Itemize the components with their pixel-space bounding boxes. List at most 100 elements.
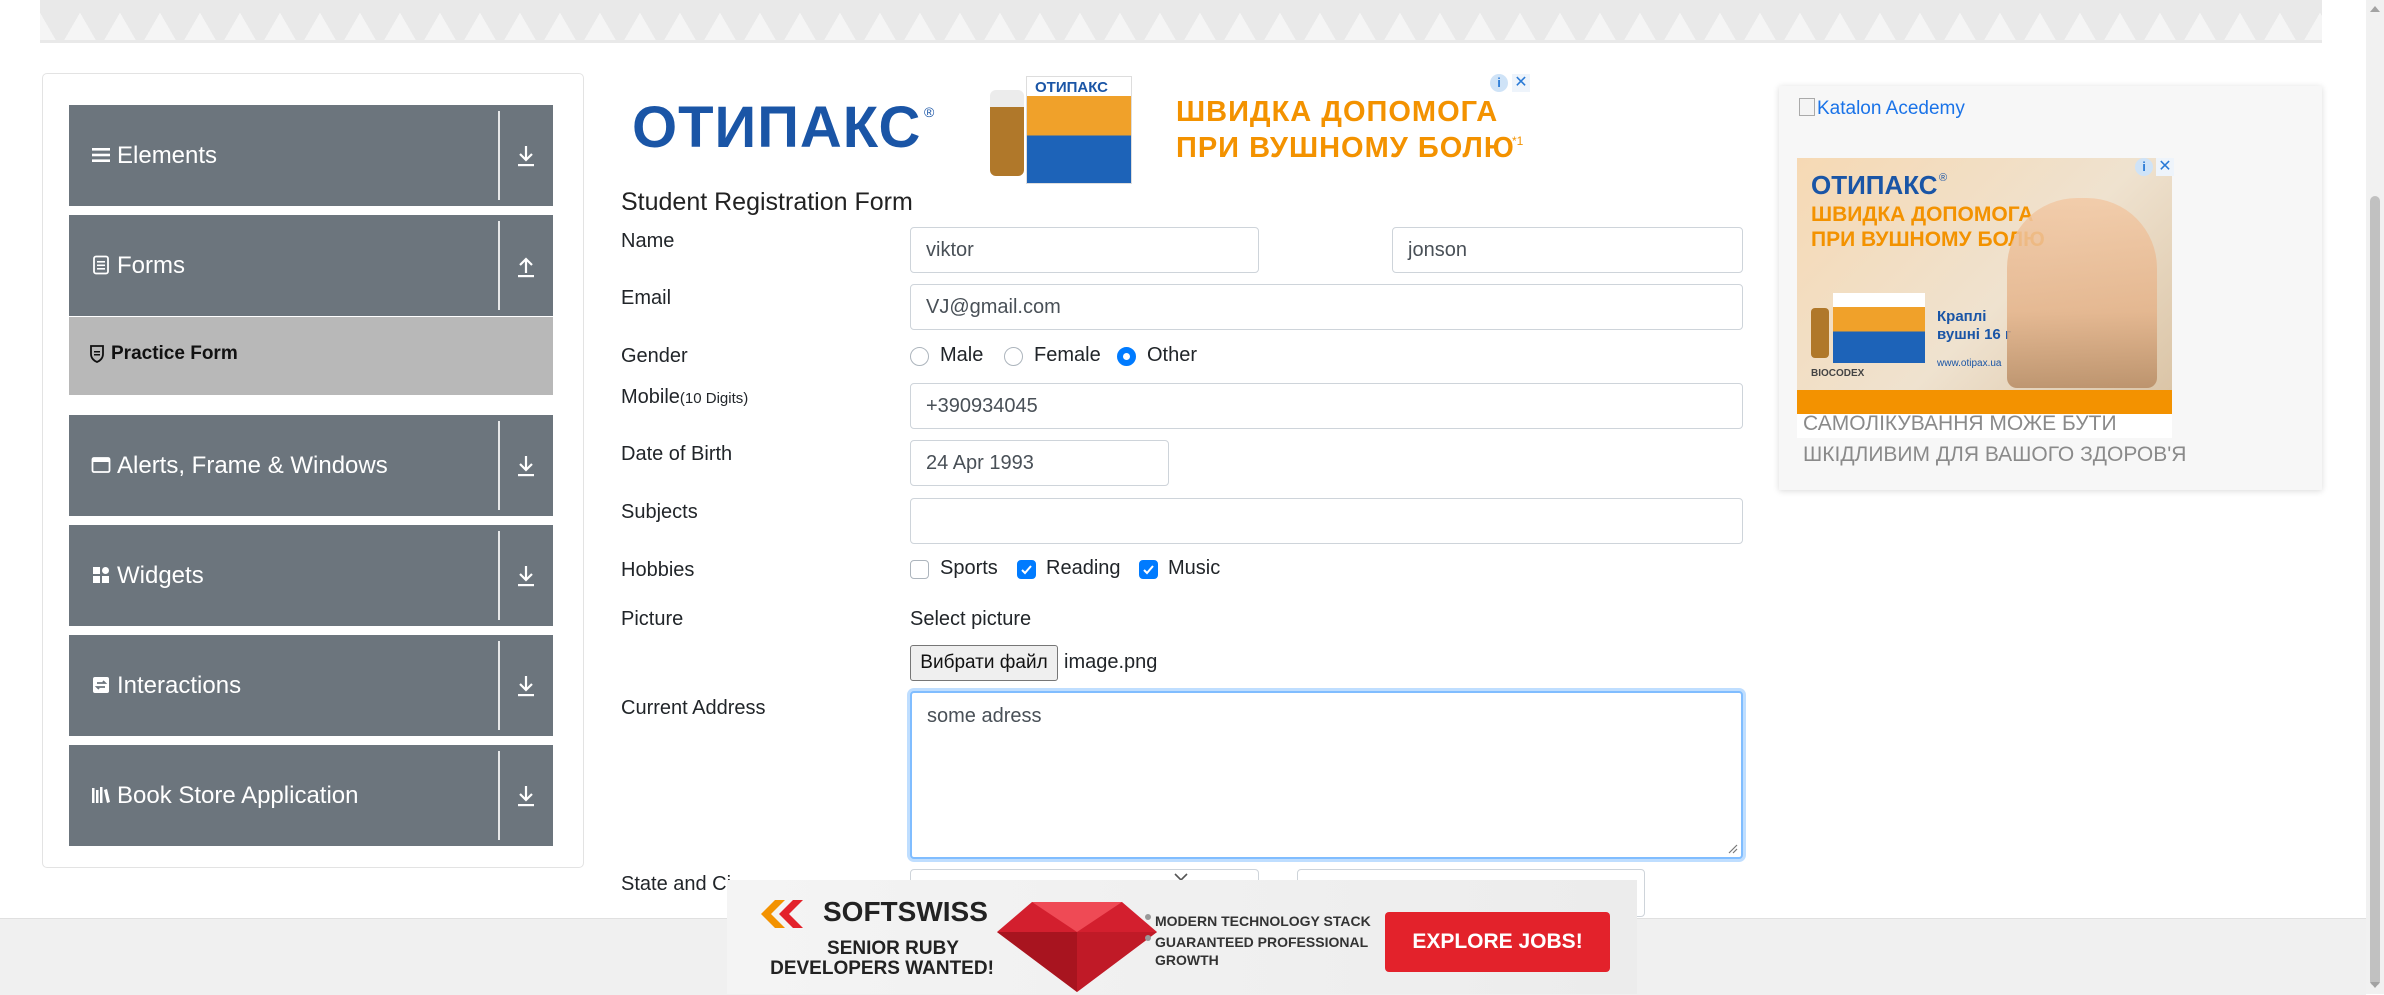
ad-trademark: ® [924, 104, 935, 120]
ad-slogan-mark: *1 [1512, 134, 1524, 148]
ad-banner-top[interactable]: ОТИПАКС ® ОТИПАКС ШВИДКА ДОПОМОГА ПРИ ВУ… [618, 72, 1538, 184]
last-name-input[interactable]: jonson [1392, 227, 1743, 273]
books-icon [91, 785, 111, 805]
hobby-checkbox-reading[interactable]: Reading [1017, 557, 1127, 583]
select-picture-label: Select picture [910, 608, 1032, 630]
address-text: some adress [927, 705, 1042, 727]
gender-option-label: Male [940, 344, 984, 366]
mobile-label-text: Mobile [621, 386, 680, 408]
sidebar-item-label: Practice Form [111, 343, 238, 364]
ad-close-icon[interactable]: ✕ [2156, 158, 2174, 176]
ad-bullet2-line2: GROWTH [1155, 952, 1219, 968]
checkbox-control[interactable] [1139, 560, 1158, 579]
email-input[interactable]: VJ@gmail.com [910, 284, 1743, 330]
divider [498, 111, 500, 200]
mobile-label: Mobile(10 Digits) [621, 386, 748, 409]
hobby-option-label: Sports [940, 557, 998, 579]
divider [498, 641, 500, 730]
scrollbar-thumb[interactable] [2370, 196, 2380, 986]
ad-info-icon[interactable]: i [2135, 158, 2153, 176]
ad-product-line1: Краплі [1937, 308, 1987, 325]
ad-product-line2: вушні 16 г [1937, 326, 2012, 343]
ad-info-icon[interactable]: i [1490, 74, 1508, 92]
form-title: Student Registration Form [621, 188, 913, 216]
file-name: image.png [1064, 651, 1158, 673]
ad-warning-line2: ШКІДЛИВИМ ДЛЯ ВАШОГО ЗДОРОВ'Я [1803, 443, 2187, 466]
gender-radio-other[interactable]: Other [1117, 344, 1217, 370]
radio-control[interactable] [1004, 347, 1023, 366]
divider [498, 531, 500, 620]
ad-bullet1: MODERN TECHNOLOGY STACK [1155, 913, 1371, 929]
expand-down-icon[interactable] [514, 563, 538, 589]
divider [498, 421, 500, 510]
radio-control[interactable] [910, 347, 929, 366]
ad-brand: SOFTSWISS [823, 896, 988, 927]
softswiss-logo-icon [761, 900, 803, 928]
ad-people-photo [2007, 198, 2157, 388]
checkbox-control[interactable] [1017, 560, 1036, 579]
hobby-checkbox-sports[interactable]: Sports [910, 557, 1010, 583]
ad-box [1833, 293, 1925, 363]
scroll-down-icon[interactable] [2370, 982, 2380, 988]
choose-file-button[interactable]: Вибрати файл [910, 645, 1058, 681]
page-scrollbar[interactable] [2366, 0, 2384, 994]
ad-slogan-line1: ШВИДКА ДОПОМОГА [1811, 203, 2034, 226]
dob-input[interactable]: 24 Apr 1993 [910, 440, 1169, 486]
ad-warning-line1: САМОЛІКУВАННЯ МОЖЕ БУТИ [1803, 412, 2117, 435]
ad-close-icon[interactable]: ✕ [1512, 74, 1530, 92]
gender-radio-male[interactable]: Male [910, 344, 1000, 370]
collapse-up-icon[interactable] [514, 253, 538, 279]
hobby-checkbox-music[interactable]: Music [1139, 557, 1239, 583]
interactions-icon [91, 675, 111, 695]
subjects-input[interactable] [910, 498, 1743, 544]
widgets-icon [91, 565, 111, 585]
sidebar-group-label: Widgets [117, 562, 204, 589]
mobile-input[interactable]: +390934045 [910, 383, 1743, 429]
expand-down-icon[interactable] [514, 143, 538, 169]
otipax-ad-image: ОТИПАКС ® ШВИДКА ДОПОМОГА ПРИ ВУШНОМУ БО… [1797, 158, 2172, 438]
menu-icon [91, 145, 111, 165]
sidebar-group-alerts-frame-windows[interactable]: Alerts, Frame & Windows [69, 415, 553, 516]
current-address-label: Current Address [621, 697, 766, 719]
radio-control[interactable] [1117, 347, 1136, 366]
sidebar-group-forms[interactable]: Forms [69, 215, 553, 316]
hobby-option-label: Music [1168, 557, 1221, 579]
mobile-hint: (10 Digits) [679, 390, 749, 407]
ruby-gem-icon [997, 902, 1157, 992]
bullet-dot [1145, 935, 1151, 941]
sidebar-item-practice-form[interactable]: Practice Form [69, 317, 553, 395]
ad-brand: ОТИПАКС [632, 95, 922, 160]
ad-trademark: ® [1939, 172, 1948, 184]
sidebar-group-interactions[interactable]: Interactions [69, 635, 553, 736]
expand-down-icon[interactable] [514, 673, 538, 699]
name-label: Name [621, 230, 675, 252]
shield-icon [89, 345, 105, 363]
ad-tagline-line2: DEVELOPERS WANTED! [770, 958, 994, 979]
ad-sidebar-right[interactable]: Katalon Acedemy ОТИПАКС ® ШВИДКА ДОПОМОГ… [1779, 86, 2322, 490]
ad-banner-bottom[interactable]: SOFTSWISS SENIOR RUBY DEVELOPERS WANTED!… [727, 880, 1637, 994]
ad-bottle [1811, 308, 1829, 358]
broken-image-icon [1799, 98, 1815, 116]
sidebar-group-label: Elements [117, 142, 218, 169]
document-icon [91, 255, 111, 275]
scroll-up-icon[interactable] [2370, 6, 2380, 12]
checkbox-control[interactable] [910, 560, 929, 579]
sidebar-group-book-store[interactable]: Book Store Application [69, 745, 553, 846]
katalon-link-text: Katalon Acedemy [1817, 98, 1965, 119]
current-address-textarea[interactable]: some adress [910, 691, 1743, 859]
sidebar-group-widgets[interactable]: Widgets [69, 525, 553, 626]
ad-product-image: ОТИПАКС [986, 76, 1136, 184]
divider [498, 221, 500, 310]
resize-grip-icon[interactable] [1728, 844, 1738, 854]
ad-slogan-line2: ПРИ ВУШНОМУ БОЛЮ [1176, 132, 1515, 164]
gender-option-label: Other [1147, 344, 1198, 366]
expand-down-icon[interactable] [514, 783, 538, 809]
hobbies-label: Hobbies [621, 559, 695, 581]
gender-radio-female[interactable]: Female [1004, 344, 1114, 370]
explore-jobs-button[interactable]: EXPLORE JOBS! [1385, 912, 1610, 972]
expand-down-icon[interactable] [514, 453, 538, 479]
first-name-input[interactable]: viktor [910, 227, 1259, 273]
sidebar-group-elements[interactable]: Elements [69, 105, 553, 206]
katalon-link[interactable]: Katalon Acedemy [1799, 98, 1965, 120]
bullet-dot [1145, 914, 1151, 920]
